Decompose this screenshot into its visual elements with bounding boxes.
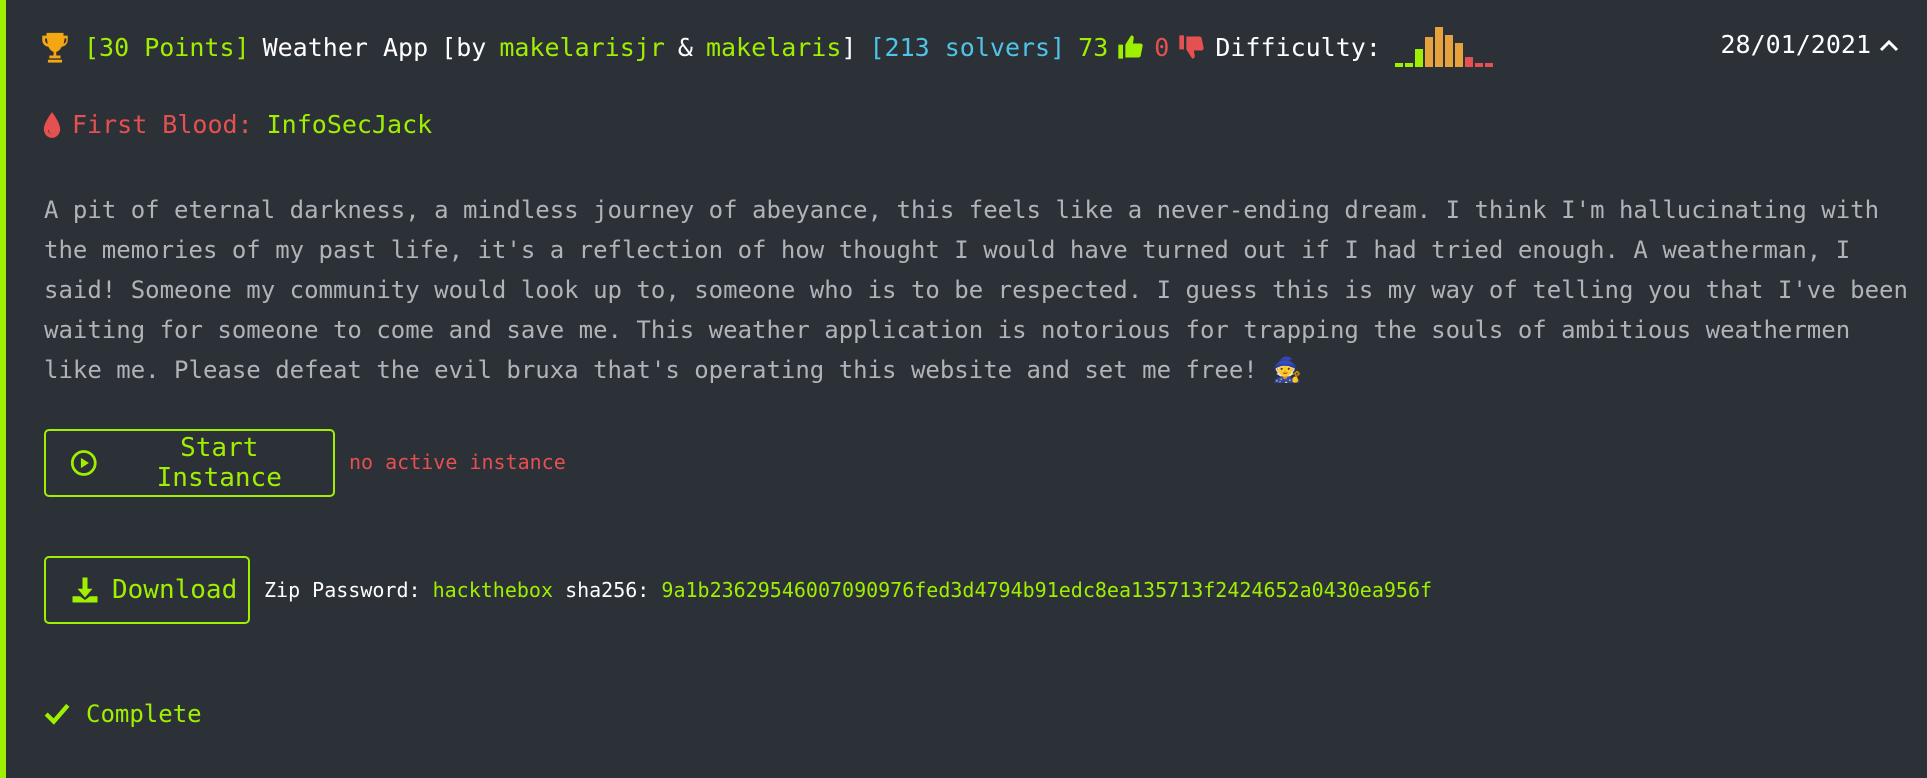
thumbs-down-icon[interactable] <box>1177 32 1205 62</box>
completion-status: Complete <box>44 700 202 728</box>
difficulty-bar <box>1454 43 1463 67</box>
challenge-name: Weather App <box>262 32 429 62</box>
author-prefix: [by <box>441 32 487 62</box>
first-blood-user[interactable]: InfoSecJack <box>267 110 433 139</box>
chevron-up-icon[interactable] <box>1877 34 1901 58</box>
difficulty-bar <box>1424 37 1433 67</box>
author-separator: & <box>677 32 693 62</box>
difficulty-bar <box>1464 57 1473 67</box>
release-date: 28/01/2021 <box>1720 30 1871 59</box>
difficulty-bar <box>1444 35 1453 67</box>
download-button[interactable]: Download <box>44 556 250 624</box>
first-blood-label: First Blood: <box>72 110 253 139</box>
thumbs-up-icon[interactable] <box>1116 32 1144 62</box>
difficulty-bar <box>1404 63 1413 67</box>
first-blood: First Blood: InfoSecJack <box>42 110 432 139</box>
download-info: Zip Password: hackthebox sha256: 9a1b236… <box>264 578 1432 602</box>
sha256-value: 9a1b23629546007090976fed3d4794b91edc8ea1… <box>661 578 1433 602</box>
check-icon <box>44 703 70 725</box>
download-label: Download <box>112 575 238 605</box>
completion-label: Complete <box>86 700 202 728</box>
challenge-card: [30 Points] Weather App [by makelarisjr … <box>0 0 1927 778</box>
likes-count: 73 <box>1078 32 1109 62</box>
author-suffix: ] <box>841 32 857 62</box>
difficulty-chart <box>1394 27 1493 67</box>
challenge-description: A pit of eternal darkness, a mindless jo… <box>44 196 1908 384</box>
start-instance-button[interactable]: Start Instance <box>44 429 335 497</box>
zip-password-value: hackthebox <box>432 578 554 602</box>
download-icon <box>72 577 98 603</box>
difficulty-bar <box>1394 63 1403 67</box>
trophy-icon <box>42 32 68 63</box>
author-link-2[interactable]: makelaris <box>706 33 841 62</box>
sha256-label: sha256: <box>565 578 650 602</box>
dislikes-count: 0 <box>1154 32 1170 62</box>
difficulty-label: Difficulty: <box>1215 32 1381 62</box>
play-circle-icon <box>70 450 97 476</box>
difficulty-bar <box>1434 27 1443 67</box>
blood-drop-icon <box>43 111 61 138</box>
difficulty-bar <box>1484 63 1493 67</box>
start-instance-label: Start Instance <box>156 433 282 493</box>
instance-status: no active instance <box>349 450 566 474</box>
solvers-count[interactable]: [213 solvers] <box>869 33 1065 62</box>
challenge-points: [30 Points] <box>84 32 250 62</box>
author-link-1[interactable]: makelarisjr <box>499 33 665 62</box>
challenge-header: [30 Points] Weather App [by makelarisjr … <box>38 22 1493 72</box>
difficulty-bar <box>1414 49 1423 67</box>
difficulty-bar <box>1474 63 1483 67</box>
zip-password-label: Zip Password: <box>264 578 421 602</box>
